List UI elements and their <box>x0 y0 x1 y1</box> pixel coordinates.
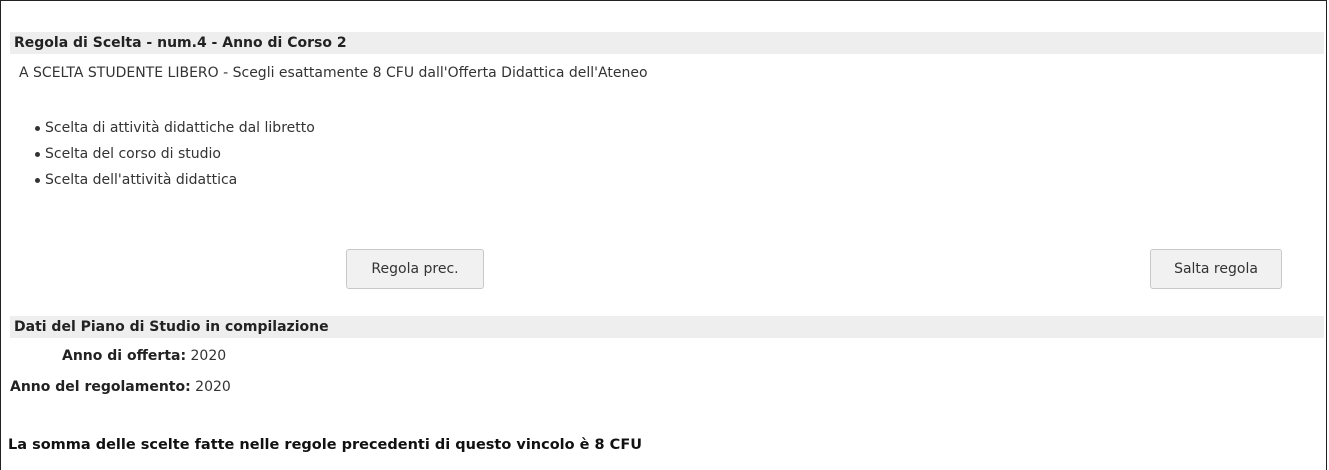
anno-offerta-label: Anno di offerta: <box>62 348 187 364</box>
anno-regolamento-value: 2020 <box>195 379 231 395</box>
list-item: Scelta del corso di studio <box>16 141 315 167</box>
summary-text: La somma delle scelte fatte nelle regole… <box>8 437 642 453</box>
rule-options-list: Scelta di attività didattiche dal libret… <box>16 115 315 193</box>
bullet-icon <box>35 126 40 131</box>
rule-description: A SCELTA STUDENTE LIBERO - Scegli esatta… <box>19 65 648 81</box>
option-label: Scelta di attività didattiche dal libret… <box>45 120 315 136</box>
previous-rule-button[interactable]: Regola prec. <box>346 249 484 289</box>
list-item: Scelta di attività didattiche dal libret… <box>16 115 315 141</box>
plan-header: Dati del Piano di Studio in compilazione <box>10 316 1324 338</box>
anno-regolamento-label: Anno del regolamento: <box>10 379 191 395</box>
option-label: Scelta del corso di studio <box>45 146 221 162</box>
rule-header: Regola di Scelta - num.4 - Anno di Corso… <box>10 32 1324 54</box>
skip-rule-button[interactable]: Salta regola <box>1150 249 1282 289</box>
anno-offerta-row: Anno di offerta: 2020 <box>62 347 226 365</box>
option-label: Scelta dell'attività didattica <box>45 172 238 188</box>
list-item: Scelta dell'attività didattica <box>16 167 315 193</box>
bullet-icon <box>35 152 40 157</box>
bullet-icon <box>35 178 40 183</box>
anno-regolamento-row: Anno del regolamento: 2020 <box>10 378 231 396</box>
anno-offerta-value: 2020 <box>190 348 227 364</box>
